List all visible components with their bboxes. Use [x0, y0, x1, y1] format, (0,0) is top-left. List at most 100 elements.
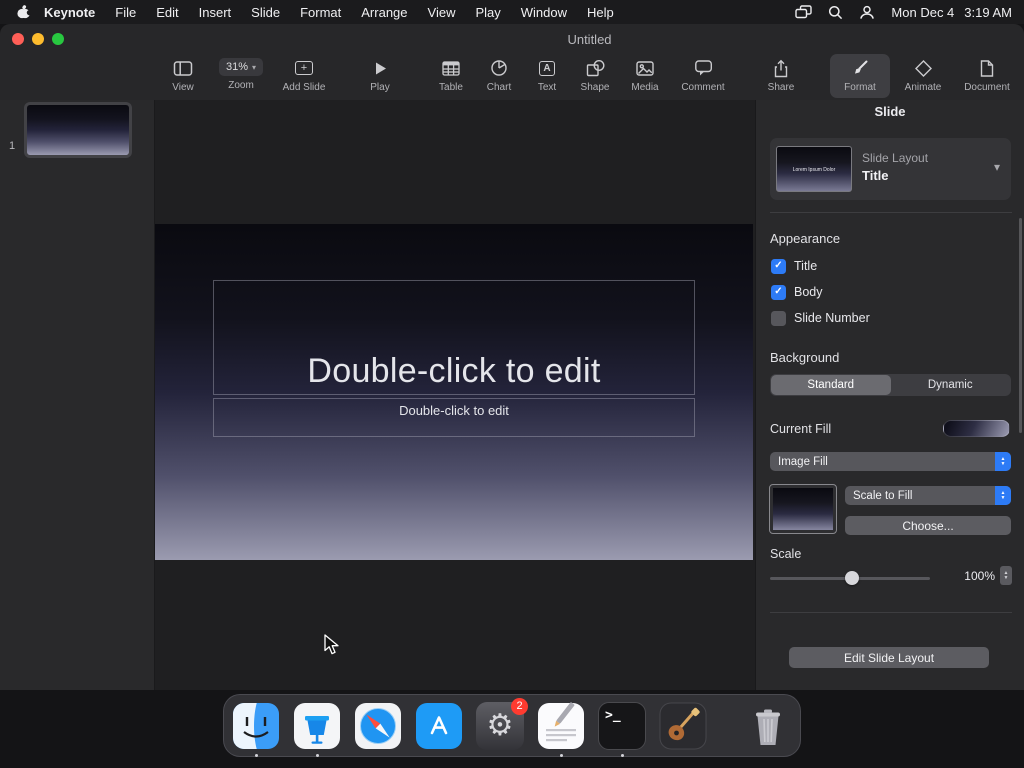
media-icon	[635, 58, 655, 78]
dock-finder[interactable]	[232, 702, 280, 757]
view-icon	[173, 58, 193, 78]
window-title: Untitled	[567, 32, 612, 47]
menu-file[interactable]: File	[105, 5, 146, 20]
body-checkbox-row[interactable]: ✓ Body	[771, 283, 823, 301]
dock-keynote[interactable]	[293, 702, 341, 757]
slider-knob[interactable]	[845, 571, 860, 585]
window-controls	[12, 33, 64, 45]
choose-image-button[interactable]: Choose...	[845, 516, 1011, 535]
format-button[interactable]: Format	[830, 54, 890, 98]
background-segmented-control: Standard Dynamic	[770, 374, 1011, 396]
title-checkbox-row[interactable]: ✓ Title	[771, 257, 817, 275]
scale-value: 100%	[964, 569, 995, 583]
dock-settings[interactable]: ⚙ 2	[476, 697, 528, 750]
slide-canvas[interactable]: Double-click to edit Double-click to edi…	[155, 100, 755, 690]
background-image-well[interactable]	[769, 484, 837, 534]
running-indicator	[254, 753, 258, 757]
textedit-icon	[538, 701, 584, 749]
stacked-windows-icon[interactable]	[795, 5, 813, 19]
play-button[interactable]: Play	[352, 54, 408, 98]
dock-garageband[interactable]	[659, 702, 707, 750]
menu-edit[interactable]: Edit	[146, 5, 188, 20]
apple-icon	[16, 5, 31, 19]
menu-play[interactable]: Play	[465, 5, 510, 20]
menu-arrange[interactable]: Arrange	[351, 5, 417, 20]
search-icon[interactable]	[828, 5, 843, 20]
mouse-cursor	[324, 634, 341, 661]
text-label: Text	[537, 82, 557, 93]
document-button[interactable]: Document	[959, 54, 1015, 98]
share-button[interactable]: Share	[753, 54, 809, 98]
finder-icon	[233, 702, 279, 749]
trash-icon	[756, 709, 780, 745]
slide-navigator: 1	[0, 100, 155, 690]
current-fill-swatch[interactable]	[943, 420, 1010, 437]
play-icon	[372, 58, 388, 78]
dock-textedit[interactable]	[537, 701, 585, 757]
shape-label: Shape	[580, 82, 610, 93]
menubar-clock[interactable]: Mon Dec 4 3:19 AM	[891, 5, 1012, 20]
shape-icon	[586, 58, 605, 78]
slide-title-placeholder[interactable]: Double-click to edit	[213, 280, 695, 395]
close-button[interactable]	[12, 33, 24, 45]
zoom-button[interactable]: 31% ▾ Zoom	[212, 54, 270, 98]
slide-thumbnail[interactable]	[24, 102, 132, 158]
title-checkbox[interactable]: ✓	[771, 258, 786, 274]
shape-button[interactable]: Shape	[567, 54, 623, 98]
view-button[interactable]: View	[155, 54, 211, 98]
menu-insert[interactable]: Insert	[189, 5, 242, 20]
app-store-icon	[416, 702, 462, 749]
slide-number-checkbox[interactable]: ✓	[771, 310, 786, 326]
menu-view[interactable]: View	[418, 5, 466, 20]
terminal-icon: >_	[598, 701, 646, 750]
add-slide-label: Add Slide	[282, 82, 326, 93]
menu-format[interactable]: Format	[290, 5, 351, 20]
segment-dynamic[interactable]: Dynamic	[891, 375, 1011, 395]
play-label: Play	[370, 82, 390, 93]
body-checkbox[interactable]: ✓	[771, 284, 786, 300]
zoom-window-button[interactable]	[52, 33, 64, 45]
menu-window[interactable]: Window	[511, 5, 577, 20]
dock-terminal[interactable]: >_	[598, 701, 646, 757]
dock-safari[interactable]	[354, 702, 402, 750]
minimize-button[interactable]	[32, 33, 44, 45]
fill-type-value: Image Fill	[778, 455, 828, 468]
scale-mode-popup[interactable]: Scale to Fill ▲ ▼	[845, 486, 1011, 505]
inspector-scrollbar[interactable]	[1019, 218, 1022, 433]
segment-standard[interactable]: Standard	[771, 375, 891, 395]
user-icon[interactable]	[859, 5, 875, 20]
menu-app-name[interactable]: Keynote	[34, 5, 105, 20]
running-indicator	[620, 753, 624, 757]
slide-number-checkbox-row[interactable]: ✓ Slide Number	[771, 309, 870, 327]
keynote-window: Untitled View 31% ▾ Zoom + Add Slide Pla…	[0, 24, 1024, 690]
zoom-control[interactable]: 31% ▾	[218, 58, 264, 76]
add-slide-button[interactable]: + Add Slide	[276, 54, 332, 98]
arrow-cursor-icon	[324, 634, 339, 655]
comment-label: Comment	[681, 82, 725, 93]
menu-slide[interactable]: Slide	[241, 5, 290, 20]
check-icon: ✓	[774, 286, 783, 297]
comment-button[interactable]: Comment	[675, 54, 731, 98]
edit-slide-layout-button[interactable]: Edit Slide Layout	[789, 647, 989, 668]
apple-menu[interactable]	[12, 4, 34, 20]
menubar-time: 3:19 AM	[964, 4, 1012, 20]
share-icon	[773, 58, 789, 78]
scale-stepper[interactable]: ▲ ▼	[1000, 566, 1012, 585]
media-label: Media	[631, 82, 659, 93]
menu-help[interactable]: Help	[577, 5, 624, 20]
slide-layout-selector[interactable]: Lorem Ipsum Dolor Slide Layout Title ▾	[770, 138, 1011, 200]
slide[interactable]: Double-click to edit Double-click to edi…	[155, 224, 753, 560]
dock-app-store[interactable]	[415, 702, 463, 750]
animate-button[interactable]: Animate	[895, 54, 951, 98]
scale-slider[interactable]	[770, 570, 930, 586]
appearance-heading: Appearance	[770, 231, 841, 246]
fill-type-popup[interactable]: Image Fill ▲ ▼	[770, 452, 1011, 471]
keynote-icon	[294, 702, 340, 749]
table-label: Table	[439, 82, 463, 93]
dock-trash[interactable]	[744, 702, 792, 750]
main-area: 1 Double-click to edit Double-click to e…	[0, 100, 1024, 690]
media-button[interactable]: Media	[617, 54, 673, 98]
slide-thumbnail-preview	[27, 105, 129, 155]
slide-number: 1	[9, 140, 16, 152]
slide-body-placeholder[interactable]: Double-click to edit	[213, 398, 695, 437]
